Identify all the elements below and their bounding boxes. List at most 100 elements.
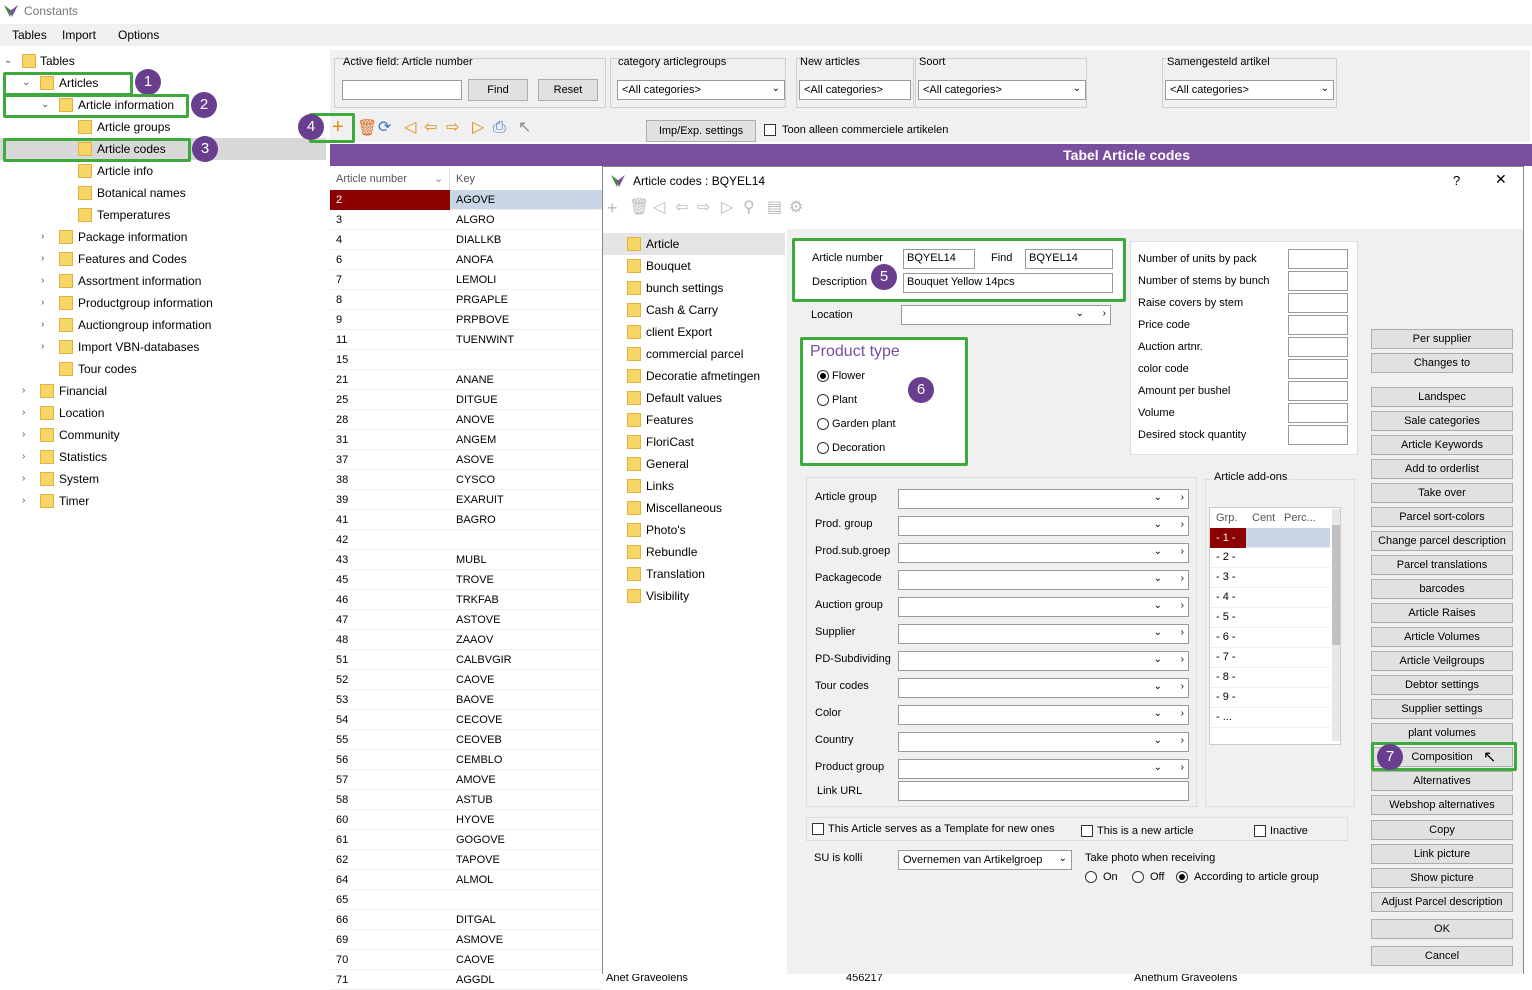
scrollbar-thumb[interactable] (1332, 525, 1340, 645)
close-icon[interactable]: ✕ (1495, 171, 1507, 188)
addon-row[interactable]: - 5 - (1210, 608, 1330, 628)
action-button-changes-to[interactable]: Changes to (1371, 353, 1513, 373)
table-row[interactable]: 56 CEMBLO (330, 750, 602, 770)
chevron-right-icon[interactable]: › (41, 336, 44, 358)
chevron-right-icon[interactable]: › (22, 490, 25, 512)
search-icon[interactable]: ⚲ (743, 199, 755, 217)
arrow-left-icon[interactable]: ⇦ (675, 199, 688, 217)
add-icon[interactable]: + (607, 199, 618, 217)
action-button-add-to-orderlist[interactable]: Add to orderlist (1371, 459, 1513, 479)
chevron-right-icon[interactable]: › (41, 248, 44, 270)
nav-item[interactable]: Default values (627, 387, 787, 409)
new-articles-select[interactable]: <All categories> (799, 80, 911, 100)
addon-row[interactable]: - 6 - (1210, 628, 1330, 648)
chevron-down-icon[interactable]: ⌄ (4, 50, 12, 72)
chevron-right-icon[interactable]: › (1181, 654, 1184, 665)
nav-item[interactable]: client Export (627, 321, 787, 343)
number-field-input[interactable] (1288, 425, 1348, 445)
tree-node-productgroup-information[interactable]: › Productgroup information (0, 292, 326, 314)
table-row[interactable]: 4 DIALLKB (330, 230, 602, 250)
table-row[interactable]: 2 AGOVE (330, 190, 602, 210)
table-row[interactable]: 9 PRPBOVE (330, 310, 602, 330)
action-button-link-picture[interactable]: Link picture (1371, 844, 1513, 864)
nav-item[interactable]: Rebundle (627, 541, 787, 563)
chevron-right-icon[interactable]: › (22, 402, 25, 424)
action-button-show-picture[interactable]: Show picture (1371, 868, 1513, 888)
table-row[interactable]: 11 TUENWINT (330, 330, 602, 350)
chevron-right-icon[interactable]: › (22, 380, 25, 402)
addon-row[interactable]: - 4 - (1210, 588, 1330, 608)
action-button-article-keywords[interactable]: Article Keywords (1371, 435, 1513, 455)
action-button-article-raises[interactable]: Article Raises (1371, 603, 1513, 623)
chevron-right-icon[interactable]: › (1103, 308, 1106, 319)
tree-node-features-and-codes[interactable]: › Features and Codes (0, 248, 326, 270)
location-select[interactable]: ⌄ › (901, 305, 1111, 325)
chevron-right-icon[interactable]: › (22, 446, 25, 468)
addon-row[interactable]: - ... (1210, 708, 1330, 728)
action-button-copy[interactable]: Copy (1371, 820, 1513, 840)
field-select[interactable]: ⌄ › (898, 570, 1189, 590)
find-button[interactable]: Find (468, 79, 528, 101)
arrow-right-icon[interactable]: ⇨ (446, 119, 459, 137)
table-row[interactable]: 41 BAGRO (330, 510, 602, 530)
search-input[interactable] (342, 80, 462, 100)
cancel-button[interactable]: Cancel (1371, 946, 1513, 966)
field-select[interactable]: ⌄ › (898, 489, 1189, 509)
table-row[interactable]: 43 MUBL (330, 550, 602, 570)
tree-node-community[interactable]: › Community (0, 424, 326, 446)
column-header-key[interactable]: Key (456, 168, 602, 190)
next-icon[interactable]: ▷ (472, 119, 484, 137)
action-button-change-parcel-description[interactable]: Change parcel description (1371, 531, 1513, 551)
table-row[interactable]: 62 TAPOVE (330, 850, 602, 870)
next-icon[interactable]: ▷ (721, 199, 733, 217)
tree-node-timer[interactable]: › Timer (0, 490, 326, 512)
link-url-field[interactable] (898, 781, 1189, 801)
trash-icon[interactable]: 🗑 (357, 120, 377, 138)
table-row[interactable]: 66 DITGAL (330, 910, 602, 930)
table-row[interactable]: 28 ANOVE (330, 410, 602, 430)
table-row[interactable]: 3 ALGRO (330, 210, 602, 230)
menu-import[interactable]: Import (62, 28, 96, 42)
table-row[interactable]: 45 TROVE (330, 570, 602, 590)
table-row[interactable]: 7 LEMOLI (330, 270, 602, 290)
action-button-landspec[interactable]: Landspec (1371, 387, 1513, 407)
number-field-input[interactable] (1288, 293, 1348, 313)
addon-row[interactable]: - 8 - (1210, 668, 1330, 688)
tree-node-import-vbn[interactable]: › Import VBN-databases (0, 336, 326, 358)
table-row[interactable]: 57 AMOVE (330, 770, 602, 790)
chevron-right-icon[interactable]: › (1181, 762, 1184, 773)
table-row[interactable]: 38 CYSCO (330, 470, 602, 490)
table-row[interactable]: 39 EXARUIT (330, 490, 602, 510)
tree-node-package-information[interactable]: › Package information (0, 226, 326, 248)
number-field-input[interactable] (1288, 359, 1348, 379)
chevron-right-icon[interactable]: › (1181, 573, 1184, 584)
action-button-adjust-parcel-description[interactable]: Adjust Parcel description (1371, 892, 1513, 912)
gear-icon[interactable]: ⚙ (789, 199, 803, 217)
column-header-article-number[interactable]: Article number ⌄ (336, 168, 450, 190)
chevron-right-icon[interactable]: › (1181, 735, 1184, 746)
action-button-article-volumes[interactable]: Article Volumes (1371, 627, 1513, 647)
table-row[interactable]: 46 TRKFAB (330, 590, 602, 610)
table-row[interactable]: 6 ANOFA (330, 250, 602, 270)
chevron-right-icon[interactable]: › (1181, 546, 1184, 557)
prev-icon[interactable]: ◁ (404, 119, 416, 137)
commercial-checkbox[interactable] (764, 124, 776, 136)
table-row[interactable]: 54 CECOVE (330, 710, 602, 730)
table-row[interactable]: 70 CAOVE (330, 950, 602, 970)
nav-item[interactable]: Photo's (627, 519, 787, 541)
table-row[interactable]: 25 DITGUE (330, 390, 602, 410)
table-row[interactable]: 42 (330, 530, 602, 550)
number-field-input[interactable] (1288, 271, 1348, 291)
table-row[interactable]: 21 ANANE (330, 370, 602, 390)
action-button-barcodes[interactable]: barcodes (1371, 579, 1513, 599)
table-row[interactable]: 69 ASMOVE (330, 930, 602, 950)
action-button-debtor-settings[interactable]: Debtor settings (1371, 675, 1513, 695)
nav-item[interactable]: Visibility (627, 585, 787, 607)
addon-row[interactable]: - 9 - (1210, 688, 1330, 708)
nav-item[interactable]: FloriCast (627, 431, 787, 453)
nav-item[interactable]: Translation (627, 563, 787, 585)
tree-node-article-groups[interactable]: Article groups (0, 116, 326, 138)
nav-item[interactable]: Links (627, 475, 787, 497)
arrow-right-icon[interactable]: ⇨ (697, 199, 710, 217)
chevron-right-icon[interactable]: › (22, 468, 25, 490)
